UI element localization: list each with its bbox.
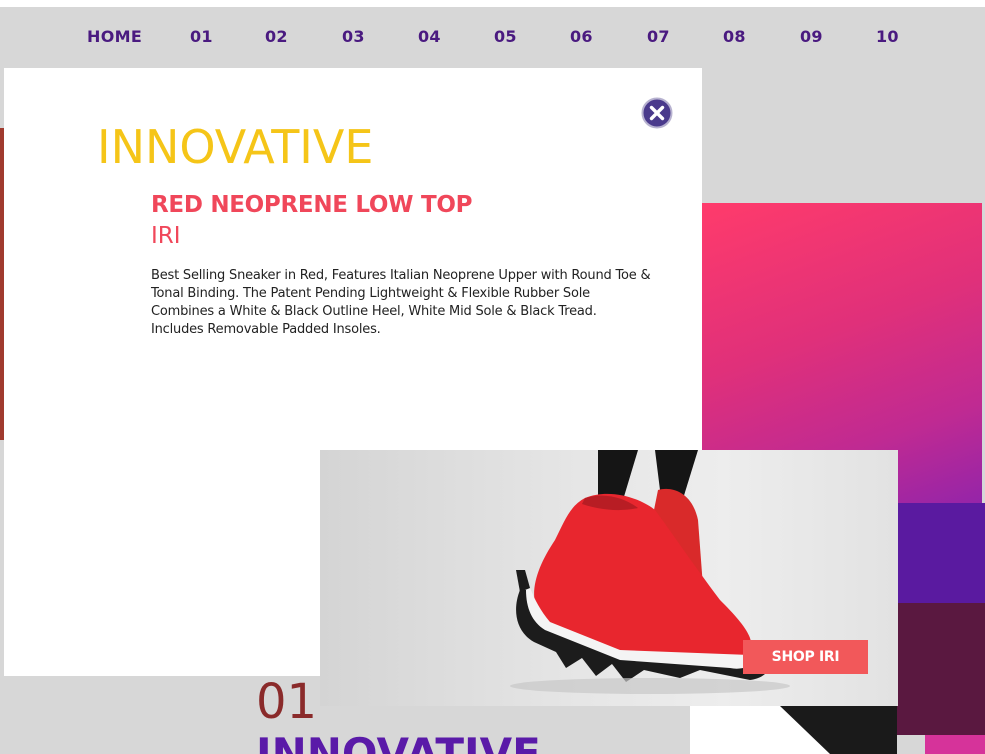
- product-description: Best Selling Sneaker in Red, Features It…: [151, 268, 651, 337]
- section-number: 01: [256, 674, 318, 730]
- background-purple-panel: [897, 503, 985, 603]
- main-nav: HOME 01 02 03 04 05 06 07 08 09 10: [0, 7, 985, 69]
- close-icon: [641, 97, 673, 129]
- modal-heading: INNOVATIVE: [97, 120, 374, 174]
- product-photo: SHOP IRI: [320, 450, 898, 706]
- top-strip: [0, 0, 985, 7]
- background-maroon-panel: [897, 603, 985, 735]
- close-button[interactable]: [641, 97, 673, 129]
- shop-iri-button[interactable]: SHOP IRI: [743, 640, 868, 674]
- background-pink-panel: [925, 735, 985, 754]
- nav-item-08[interactable]: 08: [723, 27, 746, 46]
- background-white-wedge: [690, 706, 830, 754]
- nav-item-05[interactable]: 05: [494, 27, 517, 46]
- nav-item-01[interactable]: 01: [190, 27, 213, 46]
- product-subtitle: IRI: [151, 223, 181, 249]
- nav-item-home[interactable]: HOME: [87, 27, 142, 46]
- nav-item-09[interactable]: 09: [800, 27, 823, 46]
- nav-item-02[interactable]: 02: [265, 27, 288, 46]
- nav-item-07[interactable]: 07: [647, 27, 670, 46]
- nav-item-03[interactable]: 03: [342, 27, 365, 46]
- nav-item-04[interactable]: 04: [418, 27, 441, 46]
- nav-item-06[interactable]: 06: [570, 27, 593, 46]
- product-title: RED NEOPRENE LOW TOP: [151, 192, 473, 218]
- nav-item-10[interactable]: 10: [876, 27, 899, 46]
- section-title: INNOVATIVE: [256, 731, 541, 754]
